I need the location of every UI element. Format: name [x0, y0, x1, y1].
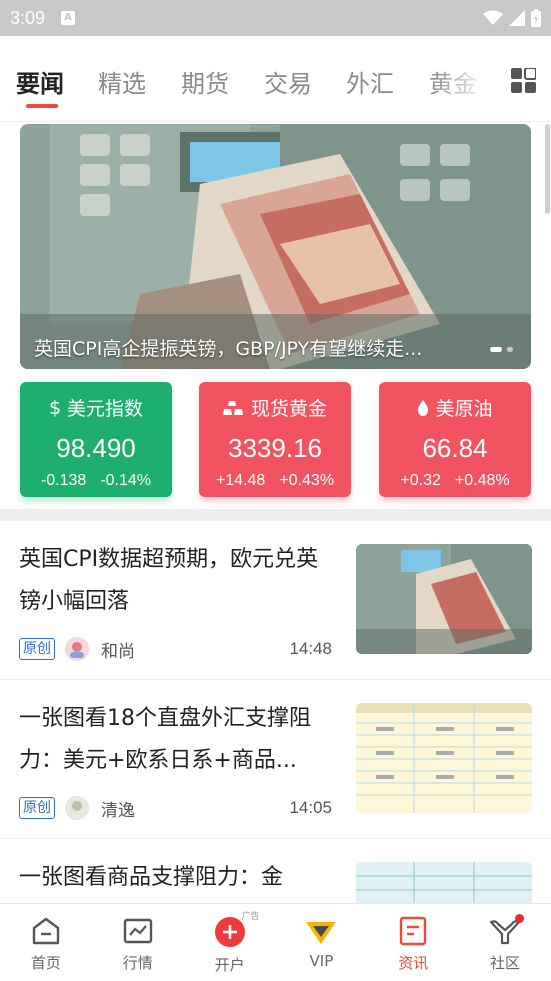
- original-badge: 原创: [19, 797, 55, 819]
- author-avatar: [65, 796, 89, 820]
- quote-percent: +0.43%: [279, 472, 335, 489]
- tab-jingxuan[interactable]: 精选: [98, 64, 146, 99]
- quote-name: 美元指数: [67, 398, 144, 420]
- quote-value: 66.84: [422, 433, 488, 463]
- quote-value: 98.490: [56, 433, 136, 463]
- nav-label: 资讯: [398, 954, 429, 972]
- status-time: 3:09: [10, 7, 46, 28]
- quote-card-oil[interactable]: 美原油 66.84 +0.32 +0.48%: [379, 382, 531, 497]
- news-icon: [400, 916, 427, 946]
- news-title[interactable]: 英国CPI数据超预期，欧元兑英镑小幅回落: [19, 539, 335, 623]
- home-icon: [32, 917, 60, 945]
- author-name: 清逸: [101, 800, 135, 821]
- section-divider: [0, 509, 551, 521]
- bottom-navigation: 首页 行情 广告 开户 VIP 资讯 社区: [0, 903, 551, 981]
- news-title[interactable]: 一张图看18个直盘外汇支撑阻力：美元+欧系日系+商品...: [19, 698, 335, 782]
- tab-qihuo[interactable]: 期货: [181, 64, 229, 99]
- nav-open-account[interactable]: 广告 开户: [184, 904, 276, 981]
- nav-vip[interactable]: VIP: [275, 904, 367, 981]
- news-item[interactable]: 英国CPI数据超预期，欧元兑英镑小幅回落 原创 和尚 14:48: [0, 521, 551, 680]
- chart-icon: [123, 918, 152, 944]
- quote-percent: +0.48%: [454, 472, 510, 489]
- carousel-dot: [507, 347, 513, 352]
- oil-drop-icon: [418, 399, 429, 416]
- grid-menu-icon[interactable]: [511, 68, 536, 93]
- banner-carousel[interactable]: 英国CPI高企提振英镑，GBP/JPY有望继续走...: [20, 124, 531, 369]
- quote-change: +0.32: [400, 472, 441, 489]
- news-meta: 原创 和尚 14:48: [19, 636, 332, 662]
- scrollbar[interactable]: [545, 124, 550, 214]
- nav-label: 开户: [214, 956, 245, 974]
- nav-label: VIP: [309, 952, 334, 970]
- nav-label: 行情: [122, 954, 153, 972]
- news-meta: 原创 清逸 14:05: [19, 795, 332, 821]
- quote-name: 美原油: [435, 398, 493, 420]
- quote-change: +14.48: [215, 472, 266, 489]
- news-thumbnail: [356, 703, 532, 813]
- quote-change: -0.138: [40, 472, 87, 489]
- news-time: 14:48: [289, 639, 332, 658]
- news-thumbnail: [356, 544, 532, 654]
- quote-card-gold[interactable]: 现货黄金 3339.16 +14.48 +0.43%: [199, 382, 351, 497]
- tab-yaowen[interactable]: 要闻: [16, 64, 64, 99]
- carousel-indicator: [490, 347, 513, 352]
- tab-jiaoyi[interactable]: 交易: [264, 64, 312, 99]
- nav-market[interactable]: 行情: [92, 904, 184, 981]
- nav-home[interactable]: 首页: [0, 904, 92, 981]
- carousel-dot-active: [490, 347, 502, 352]
- gold-bars-icon: [222, 400, 243, 415]
- news-item[interactable]: 一张图看18个直盘外汇支撑阻力：美元+欧系日系+商品... 原创 清逸 14:0…: [0, 680, 551, 839]
- nav-news[interactable]: 资讯: [367, 904, 459, 981]
- nav-label: 首页: [30, 954, 61, 972]
- news-time: 14:05: [289, 798, 332, 817]
- vip-icon: [306, 922, 337, 944]
- author-avatar: [65, 637, 89, 661]
- nav-community[interactable]: 社区: [459, 904, 551, 981]
- banner-image: [20, 124, 531, 369]
- active-tab-indicator: [26, 104, 58, 108]
- notification-dot: [515, 914, 525, 923]
- category-tabs: 要闻 精选 期货 交易 外汇 黄金: [0, 36, 551, 122]
- ad-tag: 广告: [241, 912, 260, 922]
- banner-caption[interactable]: 英国CPI高企提振英镑，GBP/JPY有望继续走...: [34, 334, 422, 361]
- notification-icon: A: [61, 11, 76, 25]
- signal-icon: [509, 10, 525, 26]
- tab-fade: [430, 56, 490, 106]
- quote-value: 3339.16: [228, 433, 322, 463]
- wifi-icon: [483, 10, 503, 25]
- tab-waihui[interactable]: 外汇: [346, 64, 394, 99]
- dollar-icon: $: [48, 396, 62, 419]
- quote-name: 现货黄金: [250, 398, 327, 420]
- quote-percent: -0.14%: [100, 472, 152, 489]
- nav-label: 社区: [490, 954, 521, 972]
- status-icons: [483, 9, 541, 27]
- status-bar: 3:09 A: [0, 0, 551, 36]
- original-badge: 原创: [19, 638, 55, 660]
- quote-card-dxy[interactable]: $ 美元指数 98.490 -0.138 -0.14%: [20, 382, 172, 497]
- news-title[interactable]: 一张图看商品支撑阻力：金: [19, 857, 335, 899]
- battery-icon: [531, 9, 541, 27]
- author-name: 和尚: [101, 641, 135, 662]
